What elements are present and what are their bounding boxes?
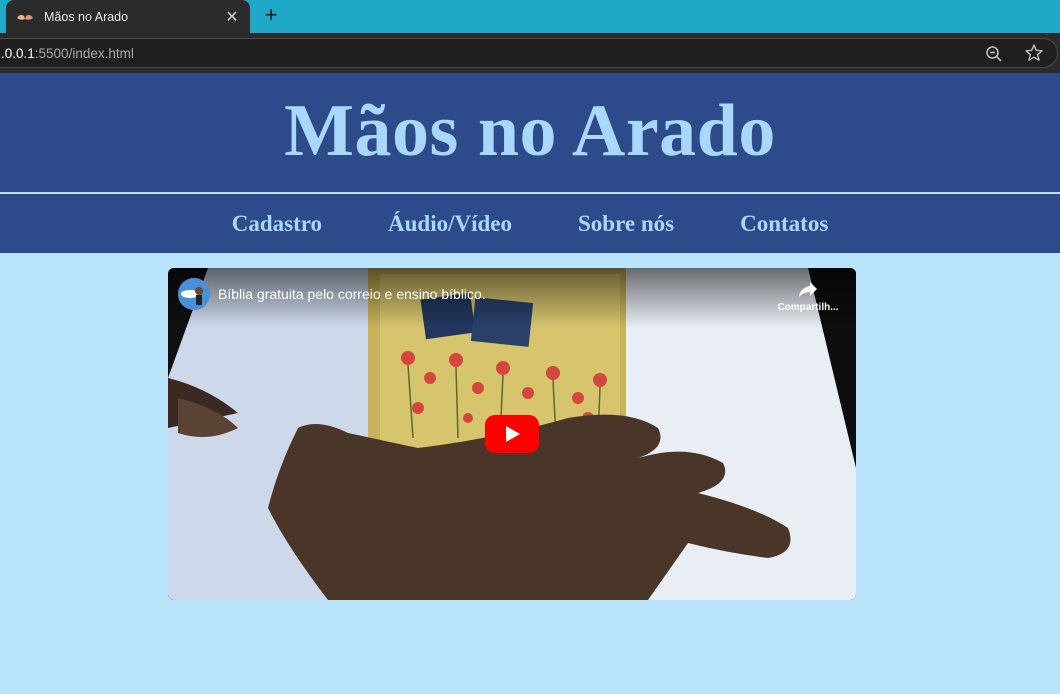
star-icon[interactable]: [1024, 43, 1044, 63]
video-title[interactable]: Bíblia gratuita pelo correio e ensino bí…: [218, 286, 486, 302]
tab-title: Mãos no Arado: [44, 9, 129, 24]
url-host: .0.0.1: [1, 45, 35, 61]
browser-tab-bar: Mãos no Arado ✕ +: [0, 0, 1060, 33]
nav-link-audio-video[interactable]: Áudio/Vídeo: [388, 211, 512, 237]
close-icon[interactable]: ✕: [224, 7, 240, 27]
nav-link-contatos[interactable]: Contatos: [740, 211, 828, 237]
address-bar: .0.0.1:5500/index.html: [0, 33, 1060, 73]
share-label: Compartilh...: [777, 302, 839, 313]
channel-avatar[interactable]: [178, 278, 210, 310]
main-nav: Cadastro Áudio/Vídeo Sobre nós Contatos: [0, 194, 1060, 253]
avatar-icon: [178, 278, 210, 310]
zoom-out-icon[interactable]: [985, 45, 1003, 63]
youtube-play-icon[interactable]: [485, 415, 539, 453]
share-button[interactable]: Compartilh...: [768, 280, 848, 313]
share-icon: [799, 282, 817, 297]
url-input[interactable]: .0.0.1:5500/index.html: [0, 38, 1058, 68]
url-path: :5500/index.html: [34, 45, 134, 61]
browser-tab[interactable]: Mãos no Arado ✕: [6, 0, 250, 33]
nav-link-sobre-nos[interactable]: Sobre nós: [578, 211, 674, 237]
page-title: Mãos no Arado: [284, 90, 776, 172]
nav-link-cadastro[interactable]: Cadastro: [232, 211, 322, 237]
youtube-embed[interactable]: Bíblia gratuita pelo correio e ensino bí…: [168, 268, 856, 600]
plus-icon[interactable]: +: [260, 4, 282, 26]
site-header: Mãos no Arado: [0, 73, 1060, 193]
favicon-hands-icon: [17, 14, 33, 20]
